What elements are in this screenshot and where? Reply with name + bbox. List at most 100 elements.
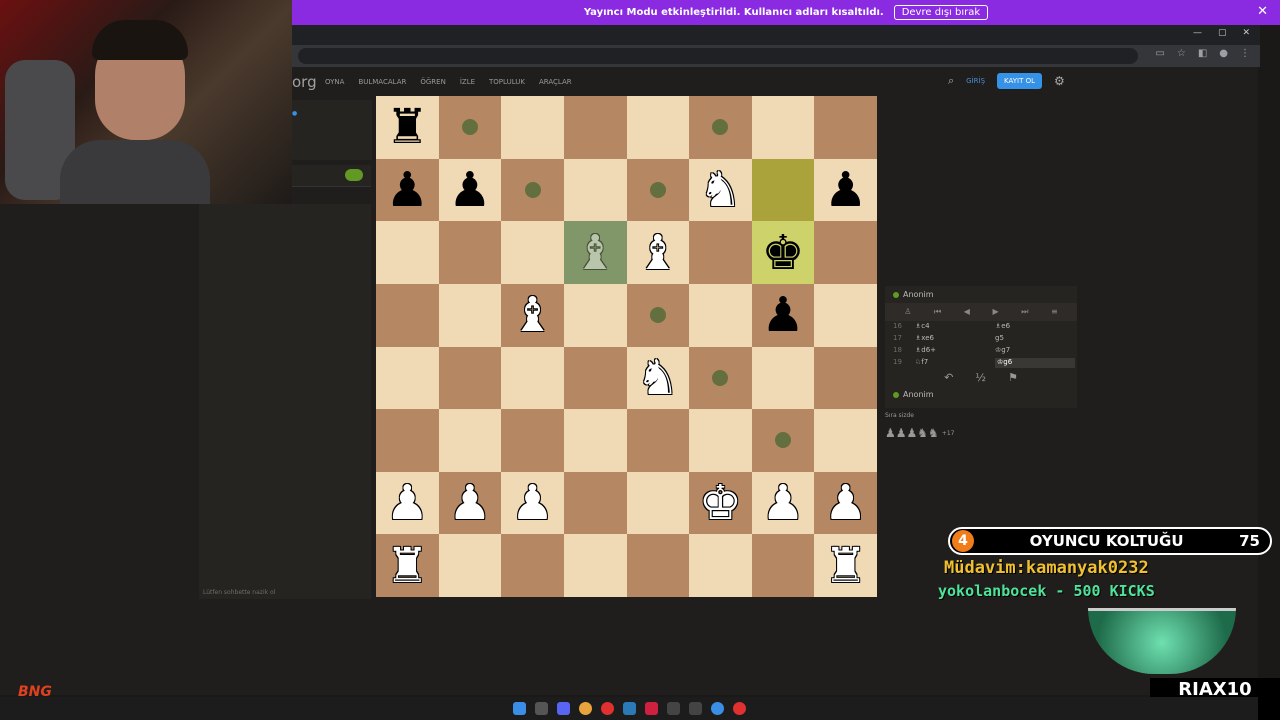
game-info-link[interactable]: ● [292, 110, 297, 117]
board-square[interactable]: ♝ [563, 221, 627, 284]
board-square[interactable]: ♟ [438, 158, 502, 222]
start-icon[interactable] [512, 702, 526, 715]
white-move[interactable]: ♗xe6 [915, 334, 995, 344]
board-square[interactable] [438, 221, 502, 284]
board-square[interactable] [501, 346, 564, 410]
chat-toggle[interactable] [345, 169, 363, 181]
board-square[interactable] [689, 283, 752, 347]
board-square[interactable] [814, 283, 877, 347]
extensions-icon[interactable]: ◧ [1198, 48, 1207, 59]
nav-learn[interactable]: ÖĞREN [420, 78, 445, 86]
maximize-icon[interactable]: ▢ [1218, 28, 1227, 38]
app-icon[interactable] [688, 702, 702, 715]
board-square[interactable] [438, 534, 502, 597]
current-move[interactable]: ♔g6 [995, 358, 1075, 368]
app-icon[interactable] [644, 702, 658, 715]
white-pawn-icon[interactable]: ♟ [511, 479, 554, 527]
board-square[interactable]: ♞ [689, 158, 752, 222]
board-square[interactable] [563, 534, 627, 597]
legal-move-dot[interactable] [775, 432, 792, 449]
legal-move-dot[interactable] [649, 181, 666, 198]
white-king-icon[interactable]: ♚ [699, 479, 742, 527]
board-square[interactable]: ♟ [814, 158, 877, 222]
white-knight-icon[interactable]: ♞ [699, 166, 742, 214]
chrome-icon[interactable] [578, 702, 592, 715]
prev-move-icon[interactable]: ◀ [964, 307, 970, 317]
black-move[interactable]: ♗e6 [995, 322, 1075, 332]
board-square[interactable] [751, 158, 815, 222]
app-icon[interactable] [666, 702, 680, 715]
board-square[interactable] [689, 221, 752, 284]
white-move[interactable]: ♘f7 [915, 358, 995, 368]
discord-icon[interactable] [556, 702, 570, 715]
board-square[interactable]: ♟ [751, 471, 815, 535]
board-square[interactable] [626, 409, 690, 472]
legal-move-dot[interactable] [524, 181, 541, 198]
steam-icon[interactable] [622, 702, 636, 715]
bookmark-star-icon[interactable]: ☆ [1177, 48, 1186, 59]
close-window-icon[interactable]: ✕ [1242, 28, 1250, 38]
board-square[interactable] [563, 409, 627, 472]
legal-move-dot[interactable] [461, 119, 478, 136]
board-square[interactable] [689, 534, 752, 597]
board-square[interactable] [563, 158, 627, 222]
chess-board[interactable]: ♜ ♟ ♟ ♞ ♟ ♝ ♝ ♚ ♝ ♟ ♞ ♟ ♟ ♟ ♚ ♟ ♟ ♜ ♜ [376, 96, 877, 597]
board-square[interactable] [814, 409, 877, 472]
menu-lines-icon[interactable]: ≡ [1051, 307, 1058, 317]
white-bishop-icon[interactable]: ♝ [574, 229, 617, 277]
board-square[interactable]: ♝ [626, 221, 690, 284]
minimize-icon[interactable]: — [1193, 28, 1202, 38]
board-square[interactable] [501, 158, 564, 222]
board-square[interactable] [438, 409, 502, 472]
board-square[interactable] [626, 283, 690, 347]
login-link[interactable]: GİRİŞ [966, 77, 985, 85]
board-square[interactable] [501, 96, 564, 159]
black-king-icon[interactable]: ♚ [762, 229, 805, 277]
board-square[interactable] [814, 96, 877, 159]
record-icon[interactable] [732, 702, 746, 715]
first-move-icon[interactable]: ⏮ [934, 307, 941, 317]
white-pawn-icon[interactable]: ♟ [824, 479, 867, 527]
board-square[interactable] [626, 158, 690, 222]
resign-flag-icon[interactable]: ⚑ [1008, 371, 1018, 384]
board-square[interactable] [814, 346, 877, 410]
board-square[interactable]: ♟ [751, 283, 815, 347]
board-square[interactable] [501, 534, 564, 597]
nav-puzzles[interactable]: BULMACALAR [358, 78, 406, 86]
offer-draw-button[interactable]: ½ [975, 371, 986, 384]
board-square[interactable] [563, 346, 627, 410]
board-square[interactable]: ♞ [626, 346, 690, 410]
board-square[interactable] [626, 471, 690, 535]
board-square[interactable]: ♚ [689, 471, 752, 535]
board-square[interactable] [438, 283, 502, 347]
nav-play[interactable]: OYNA [325, 78, 344, 86]
board-square[interactable] [814, 221, 877, 284]
site-logo[interactable]: org [292, 73, 317, 91]
next-move-icon[interactable]: ▶ [993, 307, 999, 317]
black-move[interactable]: ♔g7 [995, 346, 1075, 356]
board-square[interactable]: ♜ [814, 534, 877, 597]
board-square[interactable]: ♜ [376, 96, 439, 159]
menu-icon[interactable]: ⋮ [1240, 48, 1250, 59]
board-square[interactable]: ♟ [438, 471, 502, 535]
nav-community[interactable]: TOPLULUK [489, 78, 525, 86]
board-square[interactable]: ♟ [376, 471, 439, 535]
legal-move-dot[interactable] [649, 307, 666, 324]
board-square[interactable] [689, 96, 752, 159]
signup-button[interactable]: KAYIT OL [997, 73, 1043, 89]
board-square[interactable] [751, 96, 815, 159]
flip-board-icon[interactable]: ♙ [904, 307, 911, 317]
search-icon[interactable]: ⌕ [948, 74, 954, 88]
chat-input[interactable]: Lütfen sohbette nazik ol [199, 585, 371, 599]
black-pawn-icon[interactable]: ♟ [824, 166, 867, 214]
cast-icon[interactable]: ▭ [1155, 48, 1164, 59]
board-square[interactable]: ♚ [751, 221, 815, 284]
white-bishop-icon[interactable]: ♝ [636, 229, 679, 277]
white-move[interactable]: ♗d6+ [915, 346, 995, 356]
white-pawn-icon[interactable]: ♟ [448, 479, 491, 527]
board-square[interactable] [563, 96, 627, 159]
black-pawn-icon[interactable]: ♟ [762, 291, 805, 339]
board-square[interactable] [751, 346, 815, 410]
nav-tools[interactable]: ARAÇLAR [539, 78, 572, 86]
white-knight-icon[interactable]: ♞ [636, 354, 679, 402]
